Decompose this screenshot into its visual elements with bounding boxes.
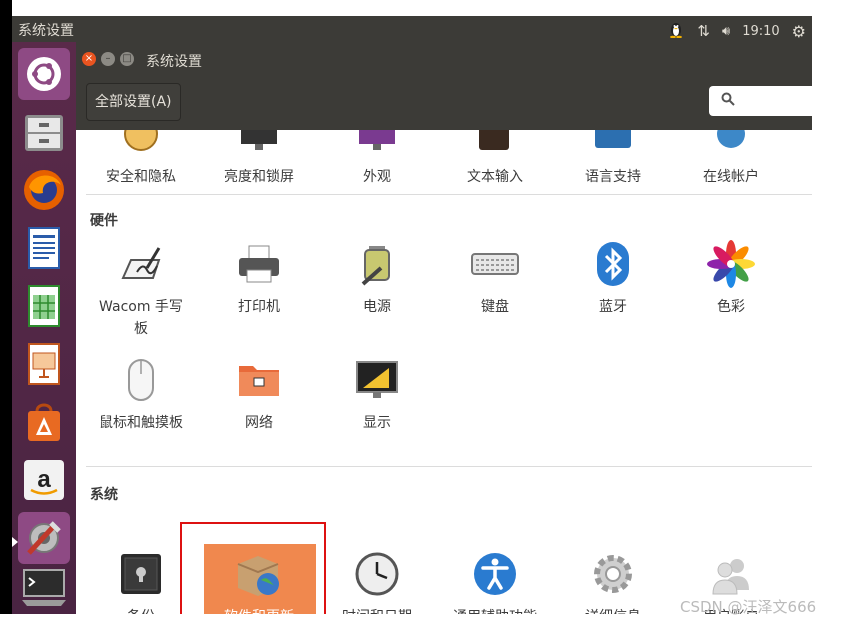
keyboard-label: 键盘 (481, 299, 509, 315)
backup-label: 备份 (86, 606, 196, 614)
item-appearance[interactable]: 外观 (322, 130, 432, 188)
item-software-updates[interactable]: 软件和更新 (204, 548, 314, 614)
software-center-icon[interactable] (18, 396, 70, 448)
mouse-icon (115, 354, 167, 406)
keyboard-icon (469, 238, 521, 290)
monitor-icon (233, 130, 285, 160)
item-brightness-lock[interactable]: 亮度和锁屏 (204, 130, 314, 188)
power-battery-icon (351, 238, 403, 290)
settings-content: 安全和隐私 亮度和锁屏 外观 文本输入 语言支持 在线帐户 硬件 Wacom 手… (76, 130, 812, 614)
volume-icon[interactable]: 🔊︎ (722, 24, 730, 39)
section-title-system: 系统 (90, 487, 118, 503)
item-power[interactable]: 电源 (322, 238, 432, 318)
time-date-label: 时间和日期 (322, 606, 432, 614)
clock[interactable]: 19:10 (742, 24, 779, 39)
window-toolbar: 全部设置(A) (76, 78, 819, 130)
frame-top (0, 0, 846, 16)
accessibility-icon (469, 548, 521, 600)
item-bluetooth[interactable]: 蓝牙 (558, 238, 668, 318)
watermark: CSDN @汪泽文666 (680, 598, 817, 616)
calc-icon[interactable] (18, 280, 70, 332)
frame-right (812, 0, 846, 624)
minimize-icon[interactable]: – (101, 52, 115, 66)
bluetooth-label: 蓝牙 (599, 299, 627, 315)
bluetooth-icon (587, 238, 639, 290)
penguin-icon[interactable] (667, 20, 685, 42)
search-icon (721, 92, 735, 110)
text-entry-icon (469, 130, 521, 160)
color-flower-icon (705, 238, 757, 290)
launcher: a (12, 42, 76, 614)
ubuntu-dash-icon[interactable] (18, 48, 70, 100)
item-display[interactable]: 显示 (322, 354, 432, 434)
universal-access-label: 通用辅助功能 (440, 606, 550, 614)
section-title-hardware: 硬件 (90, 213, 118, 229)
backup-safe-icon (115, 548, 167, 600)
maximize-icon[interactable]: □ (120, 52, 134, 66)
printer-icon (233, 238, 285, 290)
wacom-tablet-icon (115, 238, 167, 290)
item-keyboard[interactable]: 键盘 (440, 238, 550, 318)
writer-icon[interactable] (18, 222, 70, 274)
item-wacom[interactable]: Wacom 手写板 (86, 238, 196, 340)
item-security-privacy[interactable]: 安全和隐私 (86, 130, 196, 188)
item-online-accounts[interactable]: 在线帐户 (676, 130, 786, 188)
security-privacy-icon (115, 130, 167, 160)
all-settings-button[interactable]: 全部设置(A) (86, 83, 181, 121)
item-network[interactable]: 网络 (204, 354, 314, 434)
section-divider (86, 466, 812, 467)
item-time-date[interactable]: 时间和日期 (322, 548, 432, 614)
item-backup[interactable]: 备份 (86, 548, 196, 614)
item-printer[interactable]: 打印机 (204, 238, 314, 318)
software-updates-label: 软件和更新 (204, 606, 314, 614)
language-globe-icon (587, 130, 639, 160)
terminal-icon[interactable] (18, 566, 70, 610)
users-icon (705, 548, 757, 600)
system-tray: ⇅ 🔊︎ 19:10 ⚙︎ (667, 20, 806, 42)
power-label: 电源 (363, 299, 391, 315)
window-titlebar: × – □ 系统设置 (76, 42, 812, 78)
wacom-label-line1: Wacom 手写 (99, 299, 183, 315)
mouse-label: 鼠标和触摸板 (99, 415, 183, 431)
search-input[interactable] (709, 86, 819, 116)
frame-left (0, 0, 12, 624)
amazon-icon[interactable]: a (18, 454, 70, 506)
online-accounts-icon (705, 130, 757, 160)
clock-icon (351, 548, 403, 600)
item-text-entry[interactable]: 文本输入 (440, 130, 550, 188)
details-gear-icon (587, 548, 639, 600)
close-icon[interactable]: × (82, 52, 96, 66)
system-settings-icon[interactable] (18, 512, 70, 564)
section-divider (86, 194, 812, 195)
display-label: 显示 (363, 415, 391, 431)
software-updates-icon (233, 548, 285, 600)
item-language-support[interactable]: 语言支持 (558, 130, 668, 188)
item-details[interactable]: 详细信息 (558, 548, 668, 614)
details-label: 详细信息 (558, 606, 668, 614)
network-folder-icon (233, 354, 285, 406)
network-label: 网络 (245, 415, 273, 431)
settings-window: × – □ 系统设置 全部设置(A) 安全和隐私 亮度和锁屏 外观 文本输入 语… (76, 42, 819, 614)
printer-label: 打印机 (238, 299, 280, 315)
appearance-icon (351, 130, 403, 160)
wacom-label-line2: 板 (134, 321, 148, 337)
display-icon (351, 354, 403, 406)
network-arrows-icon[interactable]: ⇅ (697, 22, 710, 40)
panel-title: 系统设置 (18, 23, 74, 39)
window-title: 系统设置 (146, 54, 202, 70)
item-universal-access[interactable]: 通用辅助功能 (440, 548, 550, 614)
item-mouse-touchpad[interactable]: 鼠标和触摸板 (86, 354, 196, 434)
files-icon[interactable] (18, 106, 70, 158)
gear-icon[interactable]: ⚙︎ (792, 22, 806, 41)
impress-icon[interactable] (18, 338, 70, 390)
top-panel: 系统设置 ⇅ 🔊︎ 19:10 ⚙︎ (12, 16, 812, 42)
firefox-icon[interactable] (18, 164, 70, 216)
item-color[interactable]: 色彩 (676, 238, 786, 318)
svg-text:a: a (37, 466, 51, 493)
color-label: 色彩 (717, 299, 745, 315)
